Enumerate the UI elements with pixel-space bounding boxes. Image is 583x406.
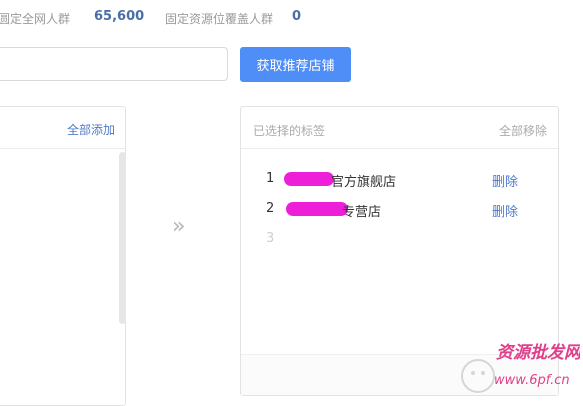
item-number: 3 — [266, 231, 275, 246]
selected-item-placeholder: 3 — [241, 231, 558, 251]
redaction-mark — [286, 202, 348, 216]
item-number: 1 — [266, 171, 275, 186]
get-recommended-stores-button[interactable]: 获取推荐店铺 — [240, 47, 351, 82]
left-list-scrollbar[interactable] — [119, 152, 126, 324]
redaction-mark — [284, 172, 334, 186]
fixed-coverage-value: 0 — [292, 9, 302, 24]
selected-list-header: 已选择的标签 全部移除 — [241, 107, 558, 149]
watermark-url: www.6pf.cn — [494, 373, 570, 388]
selected-item: 1 官方旗舰店 删除 — [241, 171, 558, 191]
selected-list-title: 已选择的标签 — [253, 124, 326, 138]
search-input[interactable] — [0, 47, 228, 81]
total-audience-label: 圆定全网人群 — [0, 12, 71, 26]
fixed-coverage-label: 固定资源位覆盖人群 — [165, 12, 274, 26]
double-chevron-right-icon[interactable]: » — [172, 214, 185, 239]
item-number: 2 — [266, 201, 275, 216]
selected-item: 2 专营店 删除 — [241, 201, 558, 221]
remove-all-link[interactable]: 全部移除 — [499, 122, 547, 139]
item-name: 专营店 — [342, 205, 382, 220]
add-all-link[interactable]: 全部添加 — [67, 121, 115, 138]
item-name: 官方旗舰店 — [331, 175, 397, 190]
total-audience-value: 65,600 — [94, 9, 145, 24]
delete-item-link[interactable]: 删除 — [492, 171, 518, 190]
available-list-panel: 全部添加 — [0, 106, 126, 406]
available-list-header: 全部添加 — [0, 107, 125, 149]
watermark-text: 资源批发网 — [496, 343, 580, 363]
delete-item-link[interactable]: 删除 — [492, 201, 518, 220]
watermark-logo: 资源批发网 www.6pf.cn — [461, 343, 580, 393]
